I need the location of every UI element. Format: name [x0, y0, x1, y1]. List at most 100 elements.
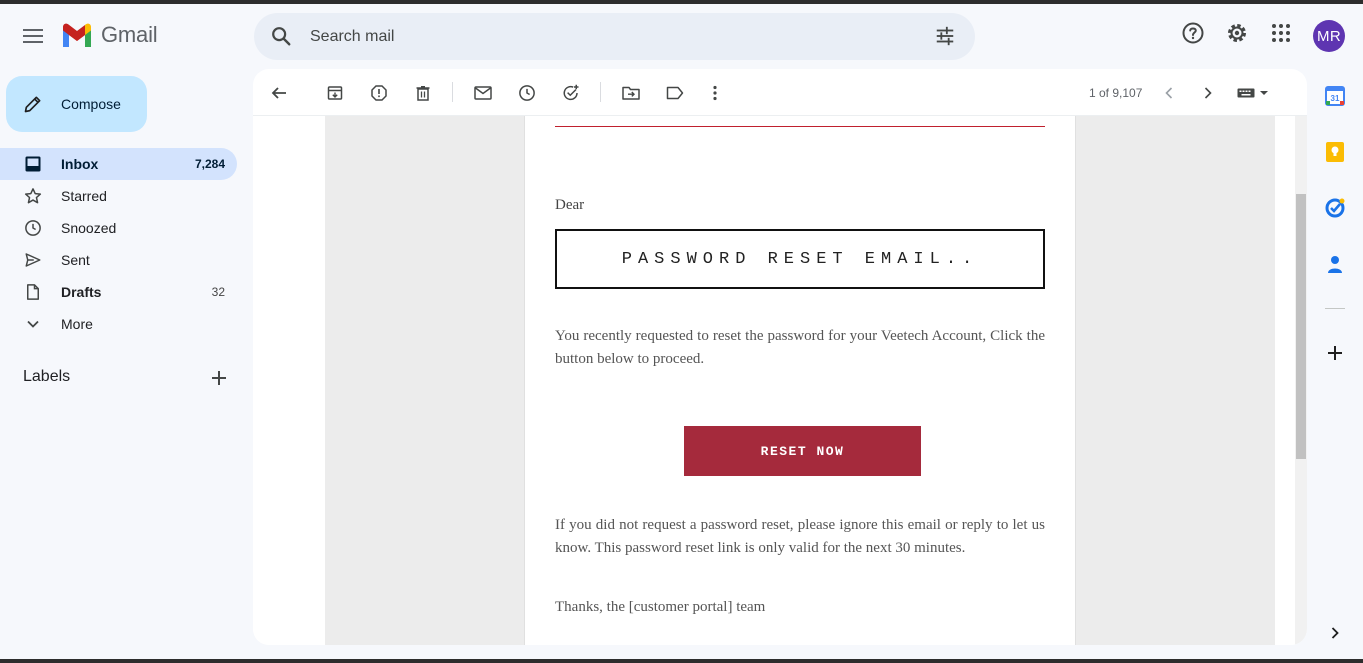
drafts-count: 32	[211, 285, 225, 299]
more-vert-icon	[713, 85, 717, 101]
support-button[interactable]	[1180, 20, 1206, 46]
apps-grid-icon	[1272, 24, 1290, 42]
report-spam-button[interactable]	[366, 81, 392, 105]
main-menu-button[interactable]	[14, 17, 52, 55]
search-bar[interactable]	[254, 13, 975, 60]
calendar-button[interactable]: 31	[1323, 84, 1347, 108]
delete-icon	[416, 86, 430, 101]
compose-label: Compose	[61, 96, 121, 112]
star-icon	[24, 187, 42, 205]
chevron-right-icon	[1204, 87, 1212, 99]
sidebar-item-label: More	[61, 316, 93, 332]
label-icon	[666, 86, 684, 100]
chevron-left-icon	[1165, 87, 1173, 99]
side-panel-divider	[1325, 308, 1345, 309]
sidebar-item-label: Drafts	[61, 284, 102, 300]
mark-unread-icon	[474, 86, 492, 100]
plus-icon	[212, 371, 226, 385]
move-to-icon	[622, 86, 640, 100]
apps-button[interactable]	[1268, 20, 1294, 46]
back-arrow-icon	[271, 87, 286, 99]
calendar-icon: 31	[1325, 86, 1345, 106]
sidebar-item-starred[interactable]: Starred	[0, 180, 237, 212]
delete-button[interactable]	[410, 81, 436, 105]
keyboard-icon	[1237, 88, 1255, 98]
report-spam-icon	[371, 85, 387, 101]
compose-button[interactable]: Compose	[6, 76, 147, 132]
hamburger-icon	[23, 29, 43, 43]
archive-button[interactable]	[322, 81, 348, 105]
send-icon	[24, 251, 42, 269]
pager-text: 1 of 9,107	[1089, 86, 1143, 100]
labels-heading: Labels	[23, 368, 71, 385]
chevron-right-icon	[1331, 627, 1339, 639]
sidebar-item-more[interactable]: More	[0, 308, 237, 340]
sidebar-item-label: Snoozed	[61, 220, 117, 236]
search-input[interactable]	[310, 13, 910, 60]
contacts-button[interactable]	[1323, 252, 1347, 276]
clock-icon	[24, 219, 42, 237]
caret-down-icon	[1260, 91, 1268, 95]
sidebar-item-drafts[interactable]: Drafts 32	[0, 276, 237, 308]
main-panel: 1 of 9,107 Dear PASSWORD RESET EMAIL.. Y…	[253, 69, 1307, 645]
older-button[interactable]	[1195, 81, 1221, 105]
back-button[interactable]	[266, 81, 292, 105]
pencil-icon	[24, 96, 41, 113]
message-content: Dear PASSWORD RESET EMAIL.. You recently…	[253, 116, 1307, 645]
header-rule	[555, 126, 1045, 127]
search-icon[interactable]	[270, 25, 292, 47]
toolbar-divider	[600, 82, 601, 102]
account-avatar[interactable]: MR	[1313, 20, 1345, 52]
sidebar-item-label: Starred	[61, 188, 107, 204]
chevron-down-icon	[24, 315, 42, 333]
contacts-icon	[1328, 256, 1342, 273]
create-label-button[interactable]	[208, 367, 230, 389]
labels-button[interactable]	[662, 81, 688, 105]
get-addons-button[interactable]	[1323, 341, 1347, 365]
window-bottom-edge	[0, 659, 1363, 663]
tasks-button[interactable]	[1323, 196, 1347, 220]
sidebar-item-snoozed[interactable]: Snoozed	[0, 212, 237, 244]
sidebar-nav: Inbox 7,284 Starred Snoozed Sent Drafts …	[0, 148, 256, 340]
email-body: Dear PASSWORD RESET EMAIL.. You recently…	[524, 116, 1076, 645]
app-name: Gmail	[101, 22, 158, 47]
keep-icon	[1326, 142, 1344, 162]
sidebar-item-sent[interactable]: Sent	[0, 244, 237, 276]
toolbar-divider	[452, 82, 453, 102]
signoff: Thanks, the [customer portal] team	[555, 599, 766, 615]
gear-icon	[1228, 24, 1246, 42]
snooze-button[interactable]	[514, 81, 540, 105]
snooze-icon	[519, 85, 535, 101]
add-to-tasks-button[interactable]	[558, 81, 584, 105]
draft-icon	[24, 283, 42, 301]
body-paragraph-2: If you did not request a password reset,…	[555, 517, 1045, 556]
sidebar-item-label: Inbox	[61, 156, 99, 172]
search-options-icon[interactable]	[934, 25, 956, 47]
gmail-m-icon	[63, 23, 91, 47]
sidebar-item-label: Sent	[61, 252, 90, 268]
scrollbar-thumb[interactable]	[1296, 194, 1306, 459]
add-task-icon	[563, 84, 579, 101]
unread-count: 7,284	[194, 157, 225, 171]
window-top-edge	[0, 0, 1363, 4]
inbox-icon	[24, 155, 42, 173]
move-to-button[interactable]	[618, 81, 644, 105]
calendar-day: 31	[1331, 94, 1340, 103]
sidebar-item-inbox[interactable]: Inbox 7,284	[0, 148, 237, 180]
archive-icon	[327, 86, 343, 100]
more-options-button[interactable]	[702, 81, 728, 105]
message-toolbar: 1 of 9,107	[253, 69, 1307, 116]
tasks-icon	[1325, 198, 1345, 218]
gmail-logo[interactable]: Gmail	[61, 22, 158, 48]
settings-button[interactable]	[1224, 20, 1250, 46]
body-paragraph-1: You recently requested to reset the pass…	[555, 328, 1045, 367]
scrollbar[interactable]	[1295, 116, 1307, 645]
email-heading-box: PASSWORD RESET EMAIL..	[555, 229, 1045, 289]
input-tools-button[interactable]	[1235, 81, 1271, 105]
keep-button[interactable]	[1323, 140, 1347, 164]
plus-icon	[1328, 346, 1342, 360]
mark-unread-button[interactable]	[470, 81, 496, 105]
reset-now-button[interactable]: RESET NOW	[684, 426, 921, 476]
show-side-panel-button[interactable]	[1323, 621, 1347, 645]
newer-button[interactable]	[1156, 81, 1182, 105]
